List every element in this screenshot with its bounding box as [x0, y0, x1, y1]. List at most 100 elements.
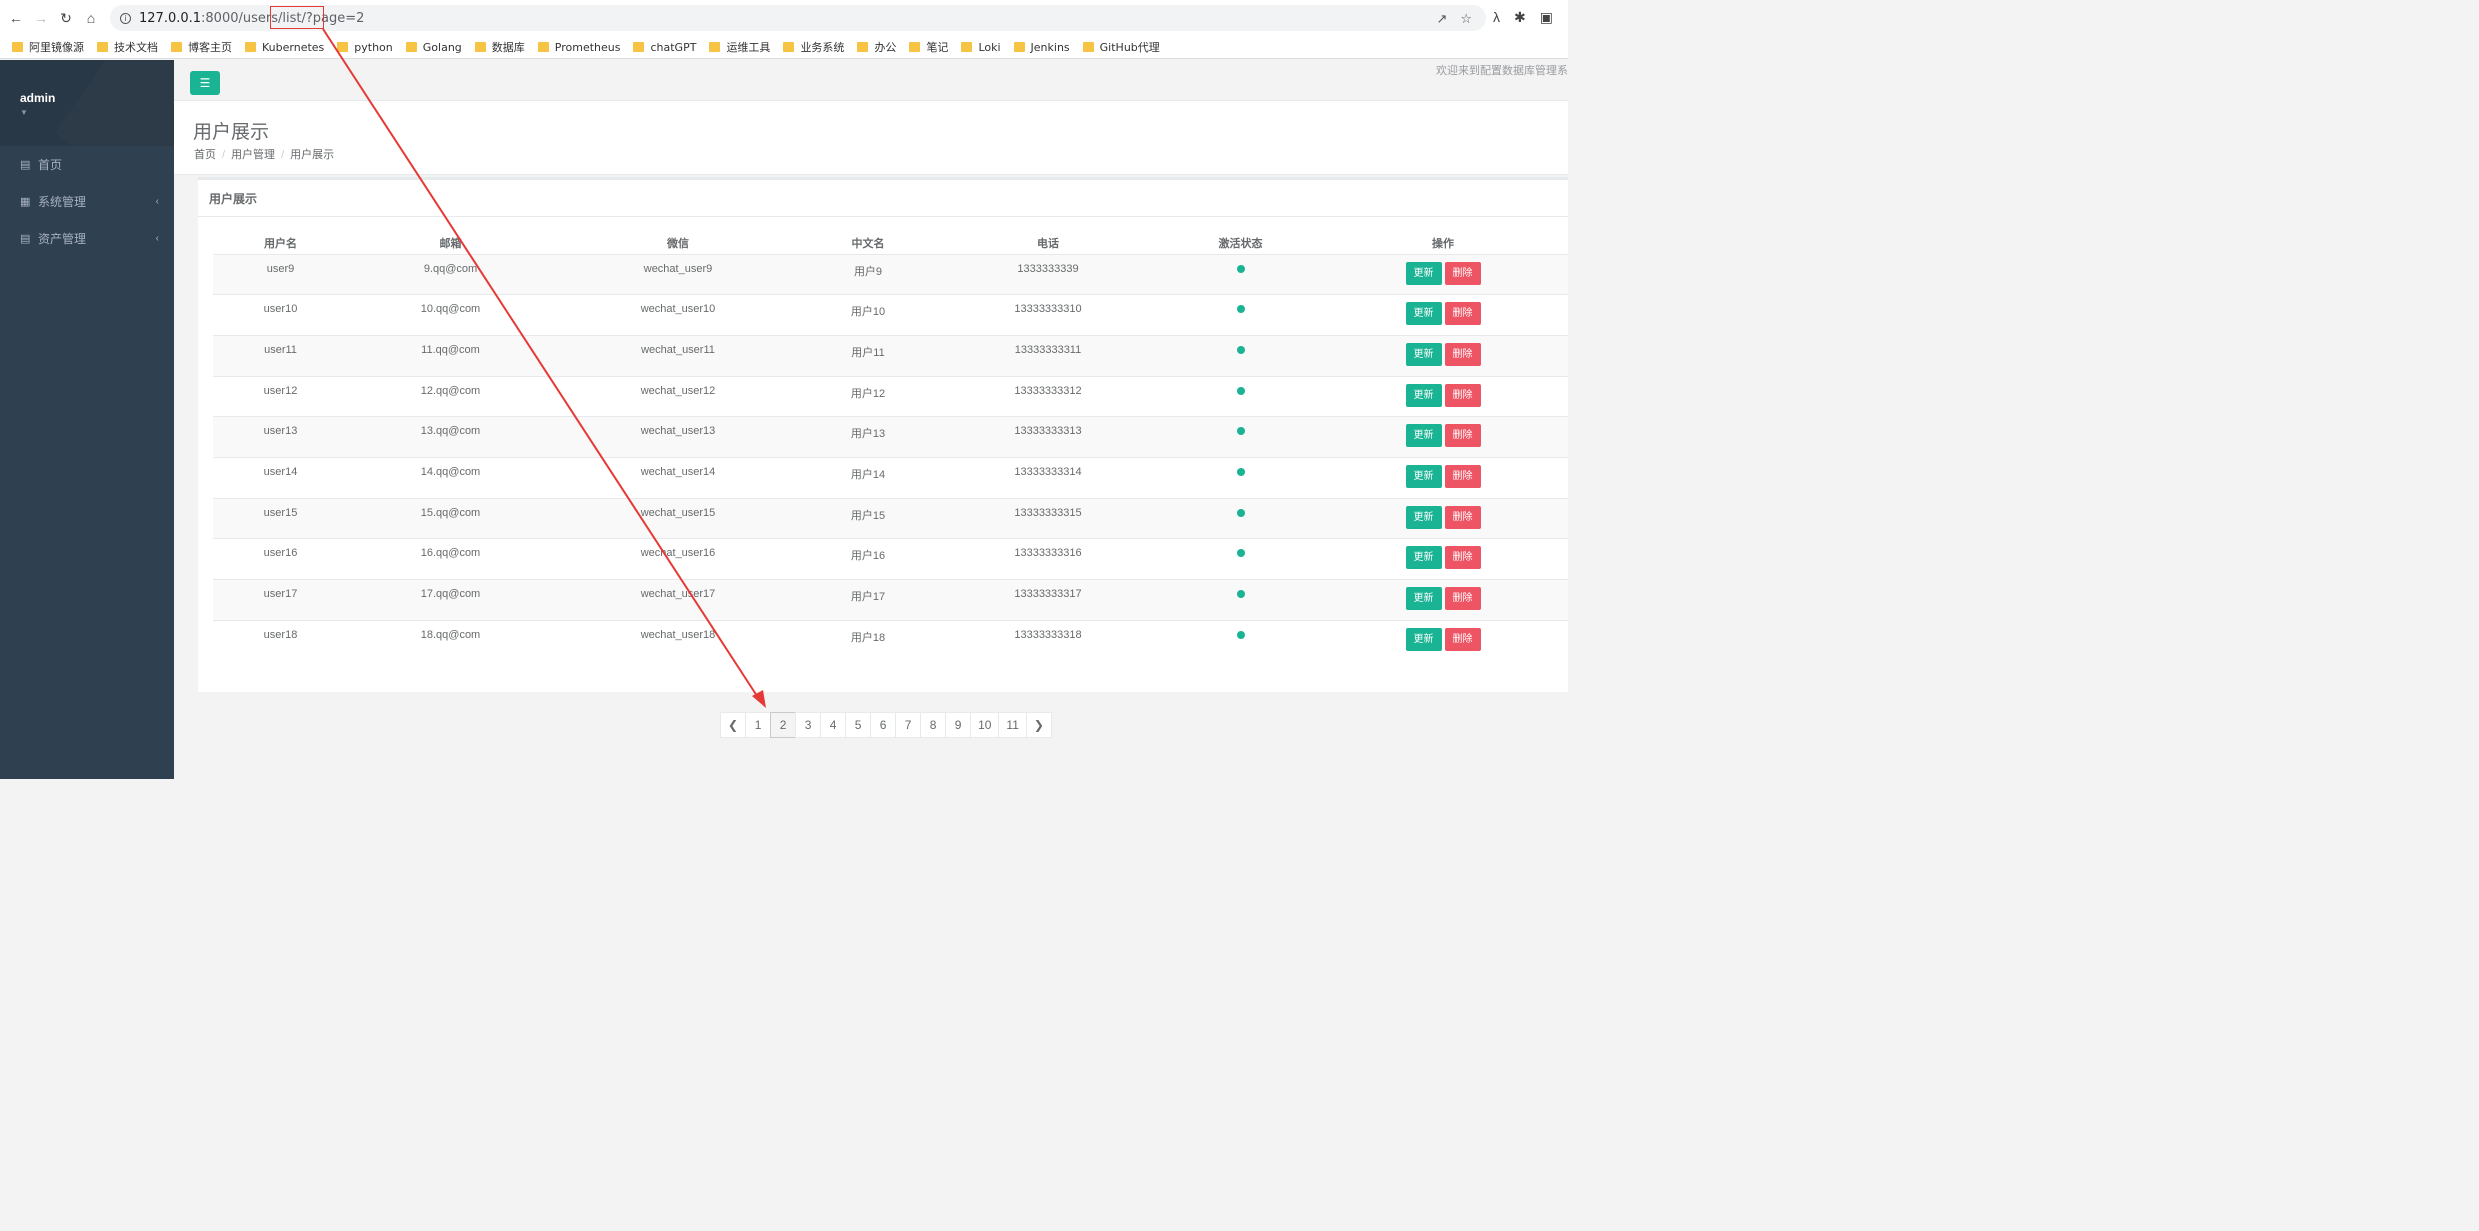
bookmark-item[interactable]: Loki: [961, 41, 1001, 54]
table-row: user14 14.qq@com wechat_user14 用户14 13333333…: [213, 456, 1568, 499]
menu-toggle-button[interactable]: ☰: [190, 71, 220, 95]
page-link[interactable]: 1: [745, 712, 772, 738]
page-link[interactable]: 4: [820, 712, 847, 738]
page-link[interactable]: 3: [795, 712, 822, 738]
page-link[interactable]: 11: [998, 712, 1027, 738]
delete-button[interactable]: 删除: [1444, 383, 1481, 407]
update-button[interactable]: 更新: [1405, 302, 1442, 326]
url-annotation-box: [270, 6, 324, 29]
puzzle-icon[interactable]: ✱: [1514, 9, 1526, 26]
wechat-cell: wechat_user10: [553, 294, 803, 336]
bookmark-label: GitHub代理: [1099, 41, 1160, 54]
page-link[interactable]: 8: [920, 712, 947, 738]
url-text[interactable]: 127.0.0.1:8000/users/list/?page=2: [139, 11, 364, 26]
delete-button[interactable]: 删除: [1444, 261, 1481, 285]
update-button[interactable]: 更新: [1405, 342, 1442, 366]
folder-icon: [857, 42, 869, 52]
profile-block: admin ▼: [0, 60, 174, 146]
page-link[interactable]: 6: [870, 712, 897, 738]
status-cell: [1163, 253, 1318, 295]
extensions-area: λ ✱ ▣: [1493, 9, 1553, 26]
bookmark-item[interactable]: GitHub代理: [1082, 39, 1160, 55]
sidebar-item-assets[interactable]: ▤ 资产管理 ‹: [0, 220, 174, 257]
update-button[interactable]: 更新: [1405, 424, 1442, 448]
bookmark-item[interactable]: 运维工具: [709, 39, 770, 55]
active-status-dot: [1236, 345, 1245, 354]
folder-icon: [1013, 42, 1025, 52]
caret-down-icon[interactable]: ▼: [20, 108, 174, 117]
bookmark-item[interactable]: Jenkins: [1013, 41, 1070, 54]
share-icon[interactable]: ↗: [1436, 11, 1447, 27]
site-info-icon[interactable]: i: [120, 12, 131, 24]
update-button[interactable]: 更新: [1405, 627, 1442, 651]
delete-button[interactable]: 删除: [1444, 546, 1481, 570]
extension-icon[interactable]: λ: [1493, 9, 1500, 26]
prev-page-button[interactable]: ❮: [720, 712, 747, 738]
sidebar-item-system[interactable]: ▦ 系统管理 ‹: [0, 183, 174, 220]
bookmark-item[interactable]: 业务系统: [783, 39, 844, 55]
bookmark-label: 运维工具: [726, 41, 771, 54]
page-link[interactable]: 5: [845, 712, 872, 738]
table-row: user9 9.qq@com wechat_user9 用户9 1333333339 更新…: [213, 253, 1568, 295]
bookmark-item[interactable]: 博客主页: [171, 39, 232, 55]
delete-button[interactable]: 删除: [1444, 464, 1481, 488]
chinese-name-cell: 用户17: [803, 579, 933, 621]
breadcrumb-home[interactable]: 首页: [194, 149, 216, 161]
update-button[interactable]: 更新: [1405, 587, 1442, 610]
reload-icon[interactable]: ↻: [57, 9, 75, 27]
phone-cell: 1333333339: [933, 253, 1163, 295]
delete-button[interactable]: 删除: [1444, 424, 1481, 448]
bookmark-item[interactable]: python: [337, 41, 393, 54]
column-header: 激活状态: [1163, 232, 1318, 255]
bookmark-item[interactable]: Kubernetes: [245, 41, 324, 54]
update-button[interactable]: 更新: [1405, 383, 1442, 407]
star-icon[interactable]: ☆: [1460, 11, 1472, 27]
update-button[interactable]: 更新: [1405, 546, 1442, 570]
delete-button[interactable]: 删除: [1444, 302, 1481, 326]
chinese-name-cell: 用户9: [803, 253, 933, 295]
bookmark-label: 博客主页: [188, 41, 232, 54]
back-icon[interactable]: ←: [7, 9, 25, 27]
forward-icon[interactable]: →: [32, 9, 50, 27]
page-link[interactable]: 9: [945, 712, 972, 738]
page-link[interactable]: 7: [895, 712, 922, 738]
chevron-right-icon: ❯: [1033, 718, 1044, 732]
sidebar-item-home[interactable]: ▤ 首页: [0, 146, 174, 183]
breadcrumb-user-management[interactable]: 用户管理: [231, 149, 275, 161]
sidebar-item-label: 系统管理: [38, 195, 87, 209]
delete-button[interactable]: 删除: [1444, 505, 1481, 529]
update-button[interactable]: 更新: [1405, 505, 1442, 529]
active-status-dot: [1236, 549, 1245, 558]
bookmark-item[interactable]: 笔记: [909, 39, 948, 55]
update-button[interactable]: 更新: [1405, 464, 1442, 488]
delete-button[interactable]: 删除: [1444, 627, 1481, 651]
sidepanel-icon[interactable]: ▣: [1540, 9, 1553, 26]
page-link[interactable]: 10: [970, 712, 1000, 738]
folder-icon: [337, 42, 349, 52]
update-button[interactable]: 更新: [1405, 261, 1442, 285]
bookmark-item[interactable]: 办公: [857, 39, 896, 55]
column-header: 微信: [553, 232, 803, 255]
folder-icon: [633, 42, 645, 52]
status-cell: [1163, 538, 1318, 580]
folder-icon: [97, 42, 108, 52]
username[interactable]: admin: [20, 91, 174, 105]
bookmark-item[interactable]: 数据库: [474, 39, 525, 55]
folder-icon: [405, 42, 417, 52]
wechat-cell: wechat_user16: [553, 538, 803, 580]
bookmark-label: 业务系统: [800, 41, 845, 54]
home-icon[interactable]: ⌂: [82, 9, 100, 27]
delete-button[interactable]: 删除: [1444, 587, 1481, 610]
column-header: 用户名: [213, 232, 348, 255]
bookmark-item[interactable]: Golang: [405, 41, 462, 54]
bookmark-item[interactable]: chatGPT: [633, 41, 696, 54]
bookmark-label: chatGPT: [650, 40, 697, 54]
username-cell: user15: [213, 497, 348, 539]
sidebar-item-label: 首页: [38, 158, 63, 172]
delete-button[interactable]: 删除: [1444, 342, 1481, 366]
next-page-button[interactable]: ❯: [1025, 712, 1052, 738]
bookmark-item[interactable]: 技术文档: [97, 39, 158, 55]
bookmark-item[interactable]: Prometheus: [537, 41, 620, 54]
page-link[interactable]: 2: [770, 712, 797, 738]
bookmark-item[interactable]: 阿里镜像源: [12, 39, 84, 55]
